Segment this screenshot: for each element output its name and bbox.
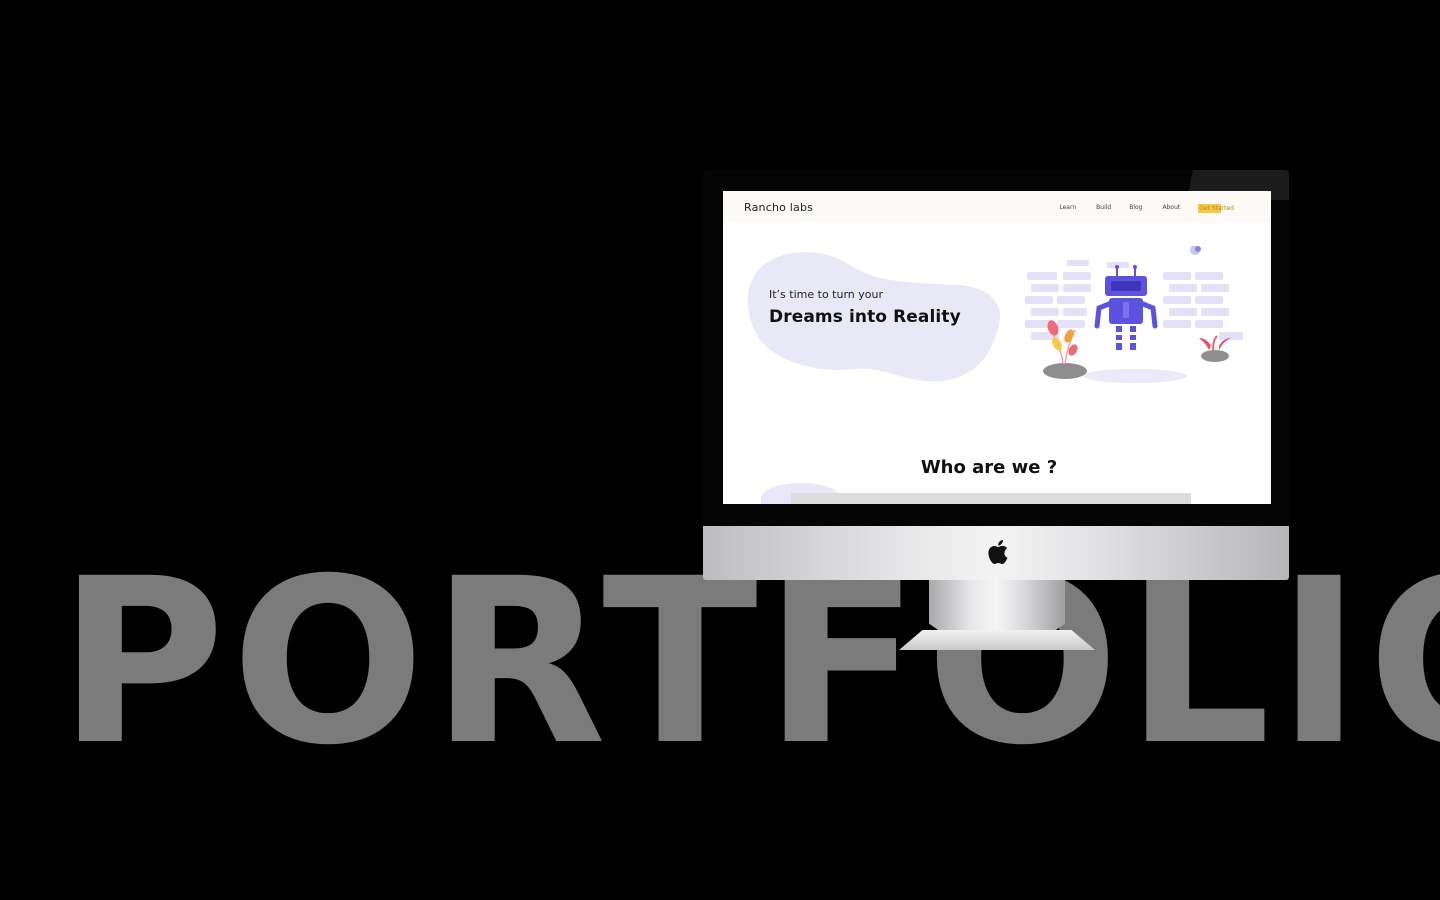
get-started-button[interactable]: Get Started: [1198, 204, 1235, 213]
imac-base: [899, 630, 1095, 650]
nav-link-about[interactable]: About: [1162, 204, 1180, 213]
apple-icon: [988, 540, 1008, 564]
portfolio-stage: PORTFOLIO Rancho labs Learn Build Blog A…: [0, 0, 1440, 900]
site-nav-links: Learn Build Blog About Get Started: [1059, 204, 1235, 213]
imac-stand: [929, 580, 1065, 636]
hero-subtitle: It’s time to turn your: [769, 288, 883, 301]
nav-link-learn[interactable]: Learn: [1059, 204, 1076, 213]
site-brand[interactable]: Rancho labs: [744, 201, 813, 214]
imac-bezel: Rancho labs Learn Build Blog About Get S…: [703, 170, 1289, 526]
content-placeholder: [791, 493, 1191, 504]
imac-mockup: Rancho labs Learn Build Blog About Get S…: [703, 170, 1289, 650]
section-title: Who are we ?: [920, 457, 1058, 478]
hero-title: Dreams into Reality: [769, 307, 961, 327]
nav-link-build[interactable]: Build: [1096, 204, 1111, 213]
robot-illustration: [1025, 246, 1243, 383]
website-screenshot: Rancho labs Learn Build Blog About Get S…: [723, 191, 1271, 504]
site-navbar: Rancho labs Learn Build Blog About Get S…: [723, 191, 1271, 222]
nav-link-blog[interactable]: Blog: [1129, 204, 1142, 213]
